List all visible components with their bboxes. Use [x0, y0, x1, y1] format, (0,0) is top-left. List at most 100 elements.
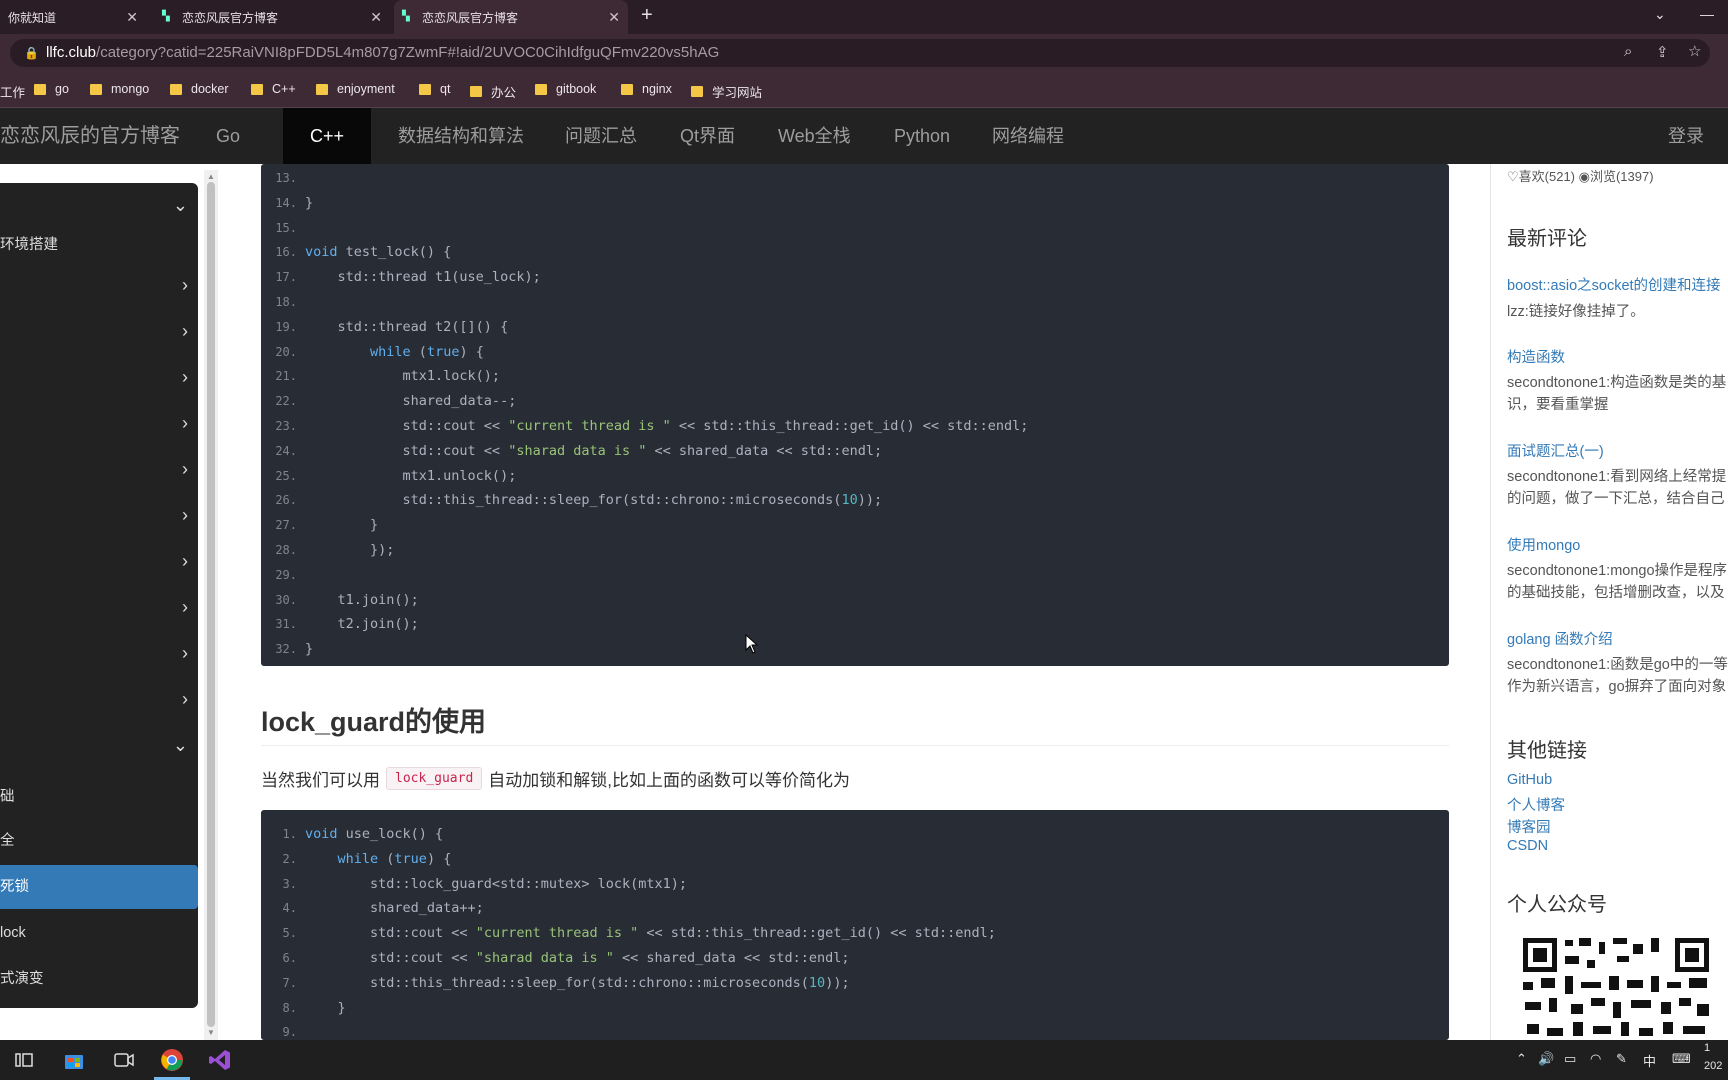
- clock-date[interactable]: 202: [1704, 1060, 1722, 1072]
- sidebar-item[interactable]: 全: [0, 819, 198, 863]
- keyboard-icon[interactable]: ⌨: [1672, 1051, 1691, 1067]
- pen-icon[interactable]: ✎: [1616, 1051, 1627, 1067]
- store-icon[interactable]: [62, 1048, 86, 1072]
- login-link[interactable]: 登录: [1668, 108, 1704, 164]
- battery-icon[interactable]: ▭: [1564, 1051, 1576, 1067]
- code-line: 6. std::cout << "sharad data is " << sha…: [261, 946, 1449, 970]
- bookmark-folder[interactable]: 办公: [470, 82, 516, 101]
- clock-time[interactable]: 1: [1704, 1042, 1710, 1054]
- new-tab-button[interactable]: +: [641, 4, 653, 27]
- sidebar-item[interactable]: ›: [0, 309, 198, 353]
- bookmark-folder[interactable]: qt: [419, 82, 450, 96]
- chevron-right-icon[interactable]: ›: [182, 585, 188, 629]
- nav-web[interactable]: Web全栈: [778, 108, 851, 164]
- sidebar-item-label: 死锁: [0, 879, 29, 895]
- bookmark-folder[interactable]: docker: [170, 82, 229, 96]
- nav-cpp[interactable]: C++: [283, 108, 371, 164]
- chevron-right-icon[interactable]: ›: [182, 447, 188, 491]
- sidebar-item[interactable]: 础: [0, 775, 198, 819]
- chevron-right-icon[interactable]: ›: [182, 631, 188, 675]
- scroll-down-icon[interactable]: ▼: [207, 1028, 215, 1037]
- comment-post-link[interactable]: 使用mongo: [1507, 534, 1580, 555]
- sidebar-item[interactable]: ⌄: [0, 183, 198, 227]
- bookmark-folder[interactable]: go: [34, 82, 69, 96]
- comment-post-link[interactable]: golang 函数介绍: [1507, 628, 1613, 649]
- code-text: }: [305, 194, 314, 211]
- browser-tab-2[interactable]: ▚ 恋恋风辰官方博客 ✕: [154, 0, 390, 34]
- cnblogs-link[interactable]: 博客园: [1507, 816, 1551, 837]
- browser-tab-1[interactable]: 你就知道 ✕: [0, 0, 146, 34]
- close-icon[interactable]: ✕: [608, 9, 620, 26]
- nav-network[interactable]: 网络编程: [992, 108, 1064, 164]
- page-scrollbar[interactable]: ▲ ▼: [204, 170, 218, 1040]
- sidebar-item[interactable]: 环境搭建: [0, 223, 198, 267]
- minimize-icon[interactable]: —: [1700, 6, 1714, 22]
- sidebar-item[interactable]: ›: [0, 355, 198, 399]
- sidebar-item[interactable]: 式演变: [0, 957, 198, 1001]
- bookmark-folder[interactable]: 学习网站: [691, 82, 762, 101]
- sidebar-item[interactable]: ›: [0, 493, 198, 537]
- url-input[interactable]: 🔒 llfc.club/category?catid=225RaiVNI8pFD…: [10, 39, 1710, 67]
- code-text: void use_lock() {: [305, 826, 444, 842]
- sidebar-item[interactable]: lock: [0, 911, 198, 955]
- bookmark-folder[interactable]: nginx: [621, 82, 672, 96]
- chevron-down-icon[interactable]: ⌄: [173, 183, 188, 227]
- chevron-right-icon[interactable]: ›: [182, 263, 188, 307]
- sidebar-item[interactable]: ›: [0, 401, 198, 445]
- close-icon[interactable]: ✕: [126, 9, 138, 26]
- line-number: 19.: [275, 319, 297, 334]
- chevron-right-icon[interactable]: ›: [182, 355, 188, 399]
- tab-search-chevron-icon[interactable]: ⌄: [1654, 6, 1666, 23]
- volume-icon[interactable]: 🔊: [1538, 1051, 1554, 1067]
- csdn-link[interactable]: CSDN: [1507, 838, 1548, 854]
- scroll-thumb[interactable]: [207, 182, 215, 1027]
- nav-issues[interactable]: 问题汇总: [565, 108, 637, 164]
- bookmark-folder[interactable]: C++: [251, 82, 296, 96]
- comment-post-link[interactable]: 构造函数: [1507, 346, 1565, 367]
- sidebar-item[interactable]: ›: [0, 677, 198, 721]
- github-link[interactable]: GitHub: [1507, 772, 1552, 788]
- visual-studio-icon[interactable]: [208, 1048, 232, 1072]
- share-icon[interactable]: ⇪: [1656, 43, 1669, 61]
- sidebar-item[interactable]: ⌄: [0, 723, 198, 767]
- sidebar-item[interactable]: ›: [0, 631, 198, 675]
- bookmark-star-icon[interactable]: ☆: [1688, 42, 1701, 60]
- bookmark-folder[interactable]: mongo: [90, 82, 149, 96]
- line-number: 15.: [275, 220, 297, 235]
- zoom-icon[interactable]: ⌕: [1624, 43, 1632, 60]
- chevron-right-icon[interactable]: ›: [182, 401, 188, 445]
- sidebar-item[interactable]: ›: [0, 539, 198, 583]
- ime-indicator[interactable]: 中: [1643, 1051, 1656, 1070]
- sidebar-item[interactable]: 死锁: [0, 865, 198, 909]
- chevron-right-icon[interactable]: ›: [182, 309, 188, 353]
- chrome-icon[interactable]: [160, 1048, 184, 1072]
- comment-text: 识，要看重掌握: [1507, 397, 1609, 413]
- browser-tab-3[interactable]: ▚ 恋恋风辰官方博客 ✕: [394, 0, 628, 34]
- chevron-right-icon[interactable]: ›: [182, 677, 188, 721]
- comment-post-link[interactable]: boost::asio之socket的创建和连接: [1507, 274, 1721, 295]
- bookmark-folder[interactable]: gitbook: [535, 82, 596, 96]
- chevron-down-icon[interactable]: ⌄: [173, 723, 188, 767]
- sidebar-item[interactable]: ›: [0, 585, 198, 629]
- folder-icon: [691, 86, 703, 97]
- task-view-icon[interactable]: [12, 1048, 36, 1072]
- chevron-right-icon[interactable]: ›: [182, 539, 188, 583]
- site-title[interactable]: 恋恋风辰的官方博客: [0, 108, 180, 164]
- camera-app-icon[interactable]: [112, 1048, 136, 1072]
- close-icon[interactable]: ✕: [370, 9, 382, 26]
- bookmark-folder[interactable]: enjoyment: [316, 82, 395, 96]
- sidebar-item[interactable]: ›: [0, 263, 198, 307]
- tray-chevron-icon[interactable]: ⌃: [1516, 1051, 1527, 1067]
- sidebar-item[interactable]: ›: [0, 447, 198, 491]
- comment-post-link[interactable]: 面试题汇总(一): [1507, 440, 1604, 461]
- chevron-right-icon[interactable]: ›: [182, 493, 188, 537]
- nav-go[interactable]: Go: [216, 108, 240, 164]
- personal-blog-link[interactable]: 个人博客: [1507, 794, 1565, 815]
- nav-algorithms[interactable]: 数据结构和算法: [398, 108, 524, 164]
- scroll-up-icon[interactable]: ▲: [207, 172, 215, 181]
- wifi-icon[interactable]: ◠: [1590, 1051, 1601, 1067]
- code-text: mtx1.unlock();: [305, 467, 517, 484]
- bookmark-folder[interactable]: 工作: [0, 82, 25, 101]
- nav-qt[interactable]: Qt界面: [680, 108, 735, 164]
- nav-python[interactable]: Python: [894, 108, 950, 164]
